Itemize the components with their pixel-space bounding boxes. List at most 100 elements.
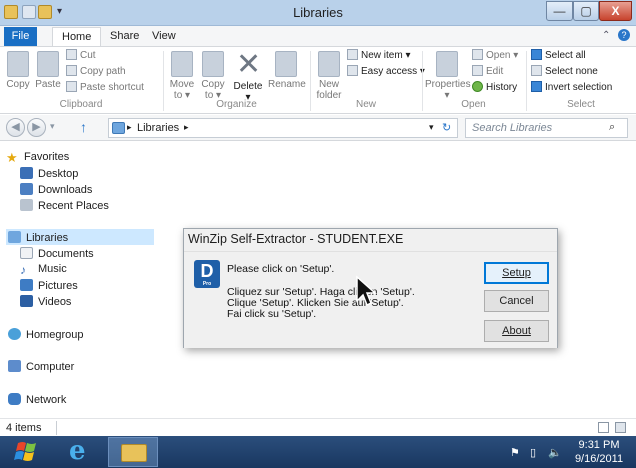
edit-icon [472, 65, 483, 76]
breadcrumb-separator-icon[interactable]: ▸ [184, 122, 189, 133]
nav-item-favorites[interactable]: ★ Favorites [6, 151, 69, 164]
copy-to-button[interactable]: Copy to ▾ [199, 51, 227, 101]
homegroup-icon [8, 328, 21, 340]
recent-locations-icon[interactable]: ▾ [50, 121, 55, 132]
paste-label: Paste [35, 79, 61, 90]
file-explorer-button[interactable] [108, 437, 158, 467]
internet-explorer-button[interactable]: e [58, 437, 108, 467]
internet-explorer-icon: e [69, 436, 86, 466]
invert-selection-button[interactable]: Invert selection [531, 81, 612, 93]
search-input[interactable]: Search Libraries ⌕ [465, 118, 628, 138]
paste-button[interactable]: Paste [34, 51, 62, 90]
nav-item-label: Music [38, 263, 67, 275]
search-icon[interactable]: ⌕ [609, 121, 615, 134]
tab-file[interactable]: File [4, 27, 37, 46]
details-view-icon[interactable] [598, 422, 609, 433]
properties-label: Properties [425, 79, 471, 90]
edit-label: Edit [486, 66, 504, 77]
volume-muted-icon[interactable]: 🔈 [548, 446, 562, 459]
nav-item-computer[interactable]: Computer [8, 360, 74, 373]
windows-logo-icon [14, 442, 36, 461]
open-icon [472, 49, 483, 60]
maximize-button[interactable]: ▢ [573, 1, 599, 21]
edit-button[interactable]: Edit [472, 65, 503, 77]
nav-item-downloads[interactable]: Downloads [20, 183, 92, 196]
history-icon [472, 81, 483, 92]
tab-home[interactable]: Home [52, 27, 102, 46]
cut-button[interactable]: Cut [66, 49, 96, 61]
delete-button[interactable]: ✕ Delete ▾ [230, 50, 266, 104]
ribbon-collapse-icon[interactable]: ⌃ [602, 30, 610, 41]
paste-shortcut-icon [66, 81, 77, 92]
forward-button[interactable]: ▶ [27, 118, 46, 137]
copy-button[interactable]: Copy [4, 51, 32, 90]
downloads-icon [20, 183, 33, 195]
select-none-button[interactable]: Select none [531, 65, 598, 77]
rename-button[interactable]: Rename [268, 51, 306, 90]
nav-item-videos[interactable]: Videos [20, 295, 71, 308]
move-to-button[interactable]: Move to ▾ [168, 51, 196, 101]
about-button[interactable]: About [484, 320, 549, 342]
ribbon-tabs: File Home Share View ⌃ ? [0, 26, 636, 46]
nav-item-homegroup[interactable]: Homegroup [8, 328, 83, 341]
select-all-button[interactable]: Select all [531, 49, 586, 61]
help-icon[interactable]: ? [618, 29, 630, 41]
new-item-button[interactable]: New item ▾ [347, 49, 410, 61]
copy-path-button[interactable]: Copy path [66, 65, 126, 77]
app-icon-letter: D [200, 261, 214, 281]
minimize-button[interactable]: — [546, 1, 573, 21]
start-button[interactable] [8, 438, 46, 466]
clock-date[interactable]: 9/16/2011 [574, 453, 624, 465]
network-tray-icon[interactable]: ▯ [530, 446, 536, 459]
address-bar-row: ◀ ▶ ▾ ↑ ▸ Libraries ▸ ▾ ↻ Search Librari… [0, 115, 636, 141]
paste-shortcut-button[interactable]: Paste shortcut [66, 81, 144, 93]
easy-access-label: Easy access ▾ [361, 66, 425, 77]
back-button[interactable]: ◀ [6, 118, 25, 137]
properties-button[interactable]: Properties ▾ [425, 51, 471, 101]
nav-item-desktop[interactable]: Desktop [20, 167, 78, 180]
rename-icon [275, 51, 297, 77]
new-folder-icon [318, 51, 340, 77]
network-icon [8, 393, 21, 405]
folder-icon [121, 444, 147, 462]
properties-icon [436, 51, 458, 77]
app-icon: D Pro [194, 260, 220, 288]
close-button[interactable]: X [599, 1, 632, 21]
up-arrow-icon[interactable]: ↑ [80, 119, 87, 135]
cut-label: Cut [80, 50, 96, 61]
nav-item-network[interactable]: Network [8, 393, 66, 406]
desktop-icon [20, 167, 33, 179]
tab-view[interactable]: View [143, 27, 185, 46]
select-all-icon [531, 49, 542, 60]
select-none-icon [531, 65, 542, 76]
rename-label: Rename [268, 79, 306, 90]
computer-icon [8, 360, 21, 372]
clock-time[interactable]: 9:31 PM [574, 439, 624, 451]
history-button[interactable]: History [472, 81, 517, 93]
recent-places-icon [20, 199, 33, 211]
app-icon-caption: Pro [202, 281, 212, 287]
setup-button[interactable]: Setup [484, 262, 549, 284]
refresh-icon[interactable]: ↻ [442, 121, 451, 134]
action-center-flag-icon[interactable]: ⚑ [510, 446, 520, 459]
tab-share[interactable]: Share [101, 27, 148, 46]
nav-item-libraries[interactable]: Libraries [8, 231, 68, 244]
address-dropdown-icon[interactable]: ▾ [429, 122, 434, 133]
new-folder-button[interactable]: New folder [314, 51, 344, 101]
search-placeholder: Search Libraries [472, 122, 553, 134]
breadcrumb[interactable]: Libraries [137, 122, 179, 134]
open-button[interactable]: Open ▾ [472, 49, 518, 61]
large-icons-view-icon[interactable] [615, 422, 626, 433]
open-group-label: Open [461, 99, 486, 110]
new-group-label: New [355, 99, 376, 110]
copy-to-icon [202, 51, 224, 77]
cancel-button[interactable]: Cancel [484, 290, 549, 312]
ribbon: Copy Paste Cut Copy path Paste shortcut … [0, 46, 636, 114]
nav-item-documents[interactable]: Documents [20, 247, 94, 260]
nav-item-recent-places[interactable]: Recent Places [20, 199, 109, 212]
easy-access-button[interactable]: Easy access ▾ [347, 65, 425, 77]
easy-access-icon [347, 65, 358, 76]
nav-item-pictures[interactable]: Pictures [20, 279, 78, 292]
nav-item-music[interactable]: ♪ Music [20, 263, 67, 276]
address-field[interactable]: ▸ Libraries ▸ ▾ ↻ [108, 118, 458, 138]
